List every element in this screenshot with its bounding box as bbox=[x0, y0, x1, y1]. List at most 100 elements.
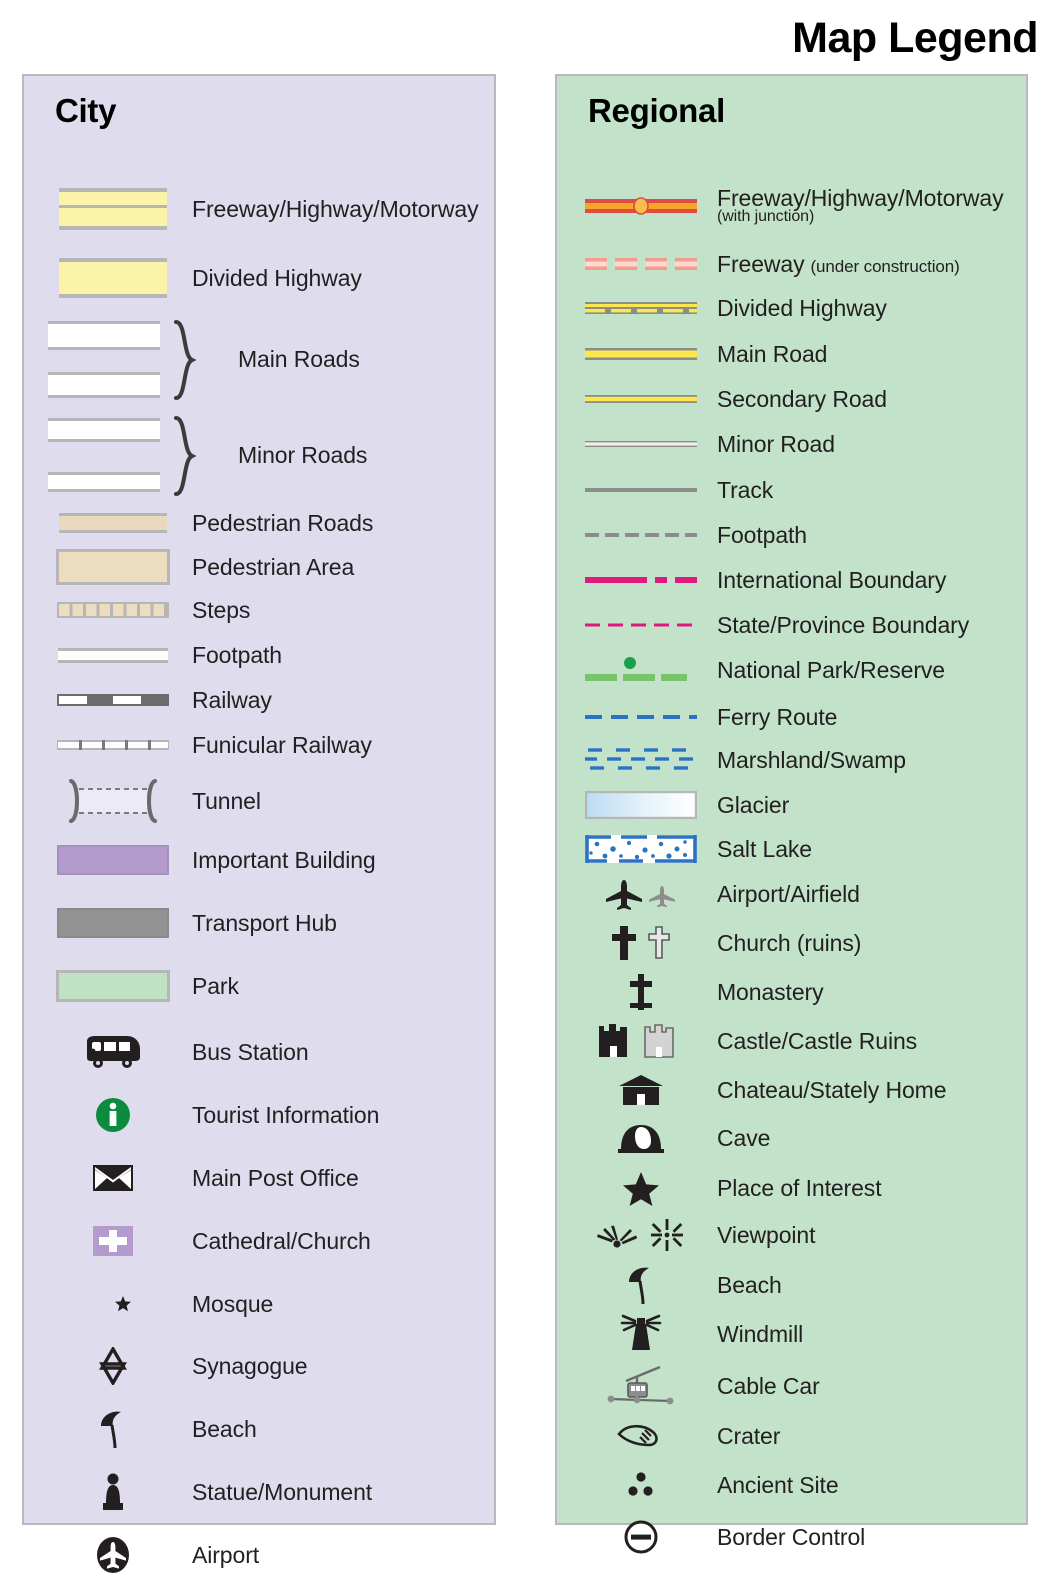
chateau-icon bbox=[585, 1073, 697, 1107]
track-line bbox=[585, 485, 697, 495]
regional-legend-panel: Regional Freeway/Highway/Motorway (with … bbox=[555, 74, 1028, 1554]
legend-row: Main Post Office bbox=[24, 1156, 494, 1200]
legend-row: Ferry Route bbox=[557, 702, 1026, 732]
legend-label: Footpath bbox=[192, 641, 282, 668]
legend-row: Bus Station bbox=[24, 1030, 494, 1074]
legend-label: Monastery bbox=[717, 978, 824, 1005]
legend-label-text: Freeway bbox=[717, 250, 805, 277]
regional-panel-heading: Regional bbox=[588, 92, 725, 129]
legend-label: Divided Highway bbox=[717, 294, 887, 321]
legend-row: Cable Car bbox=[557, 1363, 1026, 1409]
legend-row: Steps bbox=[24, 594, 494, 626]
legend-label: Place of Interest bbox=[717, 1174, 882, 1201]
legend-row: Track bbox=[557, 475, 1026, 505]
legend-label-sub: (under construction) bbox=[810, 256, 960, 276]
legend-row: State/Province Boundary bbox=[557, 610, 1026, 640]
legend-row: Church (ruins) bbox=[557, 923, 1026, 963]
airplane-icon bbox=[585, 877, 697, 911]
legend-label: Main Roads bbox=[238, 345, 360, 372]
legend-label: Funicular Railway bbox=[192, 731, 372, 758]
legend-label: Beach bbox=[192, 1415, 257, 1442]
legend-label: Bus Station bbox=[192, 1038, 309, 1065]
cable-car-icon bbox=[585, 1365, 697, 1407]
legend-row: Crater bbox=[557, 1415, 1026, 1457]
ancient-site-icon bbox=[585, 1468, 697, 1502]
legend-label: Freeway (under construction) bbox=[717, 252, 960, 276]
border-control-icon bbox=[585, 1517, 697, 1557]
legend-row: Pedestrian Roads bbox=[24, 508, 494, 538]
legend-label: Airport/Airfield bbox=[717, 880, 860, 907]
crescent-star-icon bbox=[48, 1285, 178, 1323]
legend-label: Tunnel bbox=[192, 787, 261, 814]
legend-row: Park bbox=[24, 968, 494, 1004]
legend-row: Place of Interest bbox=[557, 1168, 1026, 1208]
state-boundary-line bbox=[585, 620, 697, 630]
legend-label: National Park/Reserve bbox=[717, 656, 946, 683]
legend-row: Minor Road bbox=[557, 428, 1026, 460]
freeway-construction-line bbox=[585, 255, 697, 273]
legend-label: Divided Highway bbox=[192, 264, 362, 291]
minor-road-line bbox=[585, 438, 697, 450]
legend-row: Funicular Railway bbox=[24, 730, 494, 760]
pedestrian-area-swatch bbox=[48, 549, 178, 585]
salt-lake-swatch bbox=[585, 834, 697, 864]
legend-label: Main Road bbox=[717, 340, 828, 367]
legend-row: Castle/Castle Ruins bbox=[557, 1020, 1026, 1062]
cave-icon bbox=[585, 1121, 697, 1155]
bus-icon bbox=[48, 1035, 178, 1069]
transport-hub-swatch bbox=[48, 908, 178, 938]
important-building-swatch bbox=[48, 845, 178, 875]
legend-row: Border Control bbox=[557, 1515, 1026, 1559]
legend-row: Statue/Monument bbox=[24, 1470, 494, 1514]
legend-label: Park bbox=[192, 972, 239, 999]
divided-highway-swatch bbox=[48, 258, 178, 298]
legend-label: Church (ruins) bbox=[717, 929, 862, 956]
legend-row: Transport Hub bbox=[24, 905, 494, 941]
legend-row: Divided Highway bbox=[24, 258, 494, 298]
legend-row: Tunnel bbox=[24, 775, 494, 827]
international-boundary-line bbox=[585, 574, 697, 586]
legend-label: Freeway/Highway/Motorway bbox=[192, 195, 479, 222]
legend-row: Monastery bbox=[557, 972, 1026, 1012]
legend-row: Main Roads bbox=[24, 316, 494, 402]
brace-icon bbox=[174, 320, 197, 405]
funicular-railway-line bbox=[48, 738, 178, 752]
legend-row: Secondary Road bbox=[557, 383, 1026, 415]
legend-label: Pedestrian Area bbox=[192, 553, 355, 580]
legend-label: Cable Car bbox=[717, 1372, 820, 1399]
legend-label: Statue/Monument bbox=[192, 1478, 373, 1505]
legend-row: Cave bbox=[557, 1118, 1026, 1158]
freeway-swatch bbox=[48, 188, 178, 230]
legend-label: Footpath bbox=[717, 521, 807, 548]
legend-row: Important Building bbox=[24, 842, 494, 878]
pedestrian-road-swatch bbox=[48, 513, 178, 533]
legend-row: Freeway/Highway/Motorway bbox=[24, 188, 494, 230]
legend-label: Beach bbox=[717, 1271, 782, 1298]
legend-row: Airport/Airfield bbox=[557, 874, 1026, 914]
viewpoint-icon bbox=[585, 1218, 697, 1252]
star-icon bbox=[585, 1169, 697, 1207]
parasol-icon bbox=[585, 1264, 697, 1306]
legend-row: International Boundary bbox=[557, 565, 1026, 595]
brace-icon bbox=[174, 416, 197, 501]
legend-label: Airport bbox=[192, 1541, 260, 1568]
legend-label-text: Freeway/Highway/Motorway bbox=[717, 185, 1004, 212]
castle-icon bbox=[585, 1022, 697, 1060]
legend-row: Viewpoint bbox=[557, 1214, 1026, 1256]
legend-label: Tourist Information bbox=[192, 1101, 380, 1128]
legend-label: Mosque bbox=[192, 1290, 274, 1317]
legend-row: Synagogue bbox=[24, 1344, 494, 1388]
footpath-dashed-line bbox=[585, 530, 697, 540]
legend-row: Marshland/Swamp bbox=[557, 742, 1026, 778]
legend-label: Steps bbox=[192, 596, 251, 623]
legend-label: Railway bbox=[192, 686, 272, 713]
information-icon bbox=[48, 1095, 178, 1135]
steps-swatch bbox=[48, 599, 178, 621]
legend-row: Main Road bbox=[557, 338, 1026, 370]
legend-label: Castle/Castle Ruins bbox=[717, 1027, 918, 1054]
legend-row: Windmill bbox=[557, 1313, 1026, 1355]
legend-label: International Boundary bbox=[717, 566, 947, 593]
legend-label: Secondary Road bbox=[717, 385, 887, 412]
legend-label-sub: (with junction) bbox=[717, 208, 815, 226]
monastery-cross-icon bbox=[585, 972, 697, 1012]
